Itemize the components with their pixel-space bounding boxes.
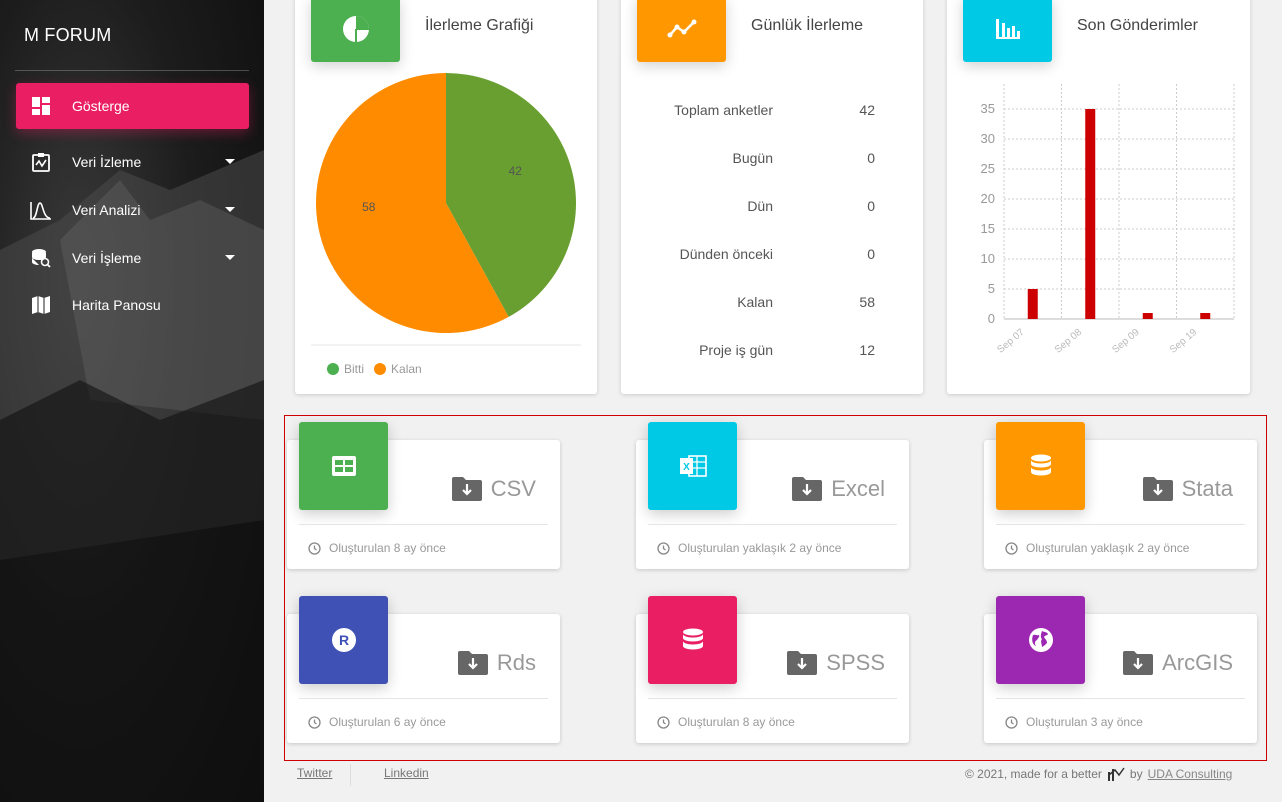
stat-value: 0: [867, 150, 875, 166]
stat-label: Proje iş gün: [699, 342, 773, 358]
stat-label: Dünden önceki: [679, 246, 773, 262]
sidebar-item-label: Harita Panosu: [72, 297, 161, 313]
recent-submissions-card: Son Gönderimler 0 5 10 15 20 25 30 35 Sep 07 Sep …: [947, 0, 1250, 394]
progress-pie-chart: 42 58: [311, 73, 581, 346]
company-link[interactable]: UDA Consulting: [1148, 767, 1233, 781]
y-tick-label: 5: [988, 281, 995, 296]
sidebar-item-data-analysis[interactable]: Veri Analizi: [16, 187, 249, 233]
stat-row: Proje iş gün 12: [621, 342, 923, 362]
sidebar-item-label: Veri İşleme: [72, 250, 142, 266]
stat-value: 0: [867, 246, 875, 262]
progress-chart-card: İlerleme Grafiği 42 58 Bitti Kalan: [295, 0, 597, 394]
x-tick-label: Sep 19: [1168, 327, 1200, 356]
stat-row: Dün 0: [621, 198, 923, 218]
sidebar-item-map-dashboard[interactable]: Harita Panosu: [16, 282, 249, 328]
pie-label-done: 42: [509, 164, 523, 178]
x-tick-label: Sep 07: [995, 327, 1027, 356]
analysis-curve-icon: [30, 199, 52, 221]
sidebar-item-label: Veri Analizi: [72, 202, 141, 218]
sidebar-item-label: Veri İzleme: [72, 154, 142, 170]
dashboard-icon: [30, 95, 52, 117]
stat-value: 42: [859, 102, 875, 118]
brand-title[interactable]: M FORUM: [24, 25, 111, 46]
monitor-clipboard-icon: [30, 151, 52, 173]
trend-chart-icon: [1107, 767, 1125, 781]
sidebar-item-label: Gösterge: [72, 98, 130, 114]
y-tick-label: 15: [981, 221, 995, 236]
bar[interactable]: [1142, 313, 1153, 319]
chevron-down-icon: [225, 159, 235, 164]
y-tick-label: 35: [981, 101, 995, 116]
brand-divider: [15, 70, 249, 71]
map-icon: [30, 294, 52, 316]
bar[interactable]: [1085, 109, 1096, 319]
y-tick-label: 10: [981, 251, 995, 266]
stat-value: 12: [859, 342, 875, 358]
card-title: Günlük İlerleme: [751, 17, 864, 34]
y-tick-label: 20: [981, 191, 995, 206]
linkedin-link[interactable]: Linkedin: [384, 766, 429, 780]
daily-card-header-icon: [637, 0, 726, 62]
stat-value: 0: [867, 198, 875, 214]
sidebar-item-dashboard[interactable]: Gösterge: [16, 83, 249, 129]
legend-dot-done: [327, 363, 339, 375]
legend-label-remaining[interactable]: Kalan: [391, 362, 422, 376]
by-text: by: [1129, 767, 1143, 781]
stat-label: Bugün: [732, 150, 773, 166]
x-tick-label: Sep 08: [1053, 327, 1085, 356]
sidebar-item-data-monitoring[interactable]: Veri İzleme: [16, 139, 249, 185]
timeline-icon: [667, 19, 696, 38]
footer-divider: [350, 764, 351, 786]
sidebar-item-data-processing[interactable]: Veri İşleme: [16, 235, 249, 281]
bar[interactable]: [1200, 313, 1211, 319]
highlight-frame: [284, 415, 1267, 761]
stat-row: Dünden önceki 0: [621, 246, 923, 266]
daily-progress-card: Günlük İlerleme Toplam anketler 42 Bugün…: [621, 0, 923, 394]
stat-label: Toplam anketler: [674, 102, 773, 118]
sidebar: M FORUM Gösterge Veri İzleme Veri Analiz…: [0, 0, 264, 802]
stat-value: 58: [859, 294, 875, 310]
legend-dot-remaining: [374, 363, 387, 375]
x-tick-label: Sep 09: [1110, 327, 1142, 356]
twitter-link[interactable]: Twitter: [297, 766, 332, 780]
pie-legend: Bitti Kalan: [327, 362, 422, 376]
submissions-bar-chart: 0 5 10 15 20 25 30 35 Sep 07 Sep 08 Sep 09 Sep 19: [981, 84, 1235, 356]
legend-label-done[interactable]: Bitti: [344, 362, 364, 376]
stat-label: Dün: [747, 198, 773, 214]
chevron-down-icon: [225, 255, 235, 260]
y-tick-label: 30: [981, 131, 995, 146]
bar[interactable]: [1027, 289, 1038, 319]
pie-label-remaining: 58: [362, 200, 376, 214]
footer-credits: © 2021, made for a better by UDA Consult…: [965, 766, 1232, 782]
copyright-text: © 2021, made for a better: [965, 767, 1102, 781]
chevron-down-icon: [225, 207, 235, 212]
database-search-icon: [30, 247, 52, 269]
stat-row: Toplam anketler 42: [621, 102, 923, 122]
y-tick-label: 0: [988, 311, 995, 326]
stat-label: Kalan: [737, 294, 773, 310]
y-tick-label: 25: [981, 161, 995, 176]
stat-row: Kalan 58: [621, 294, 923, 314]
stat-row: Bugün 0: [621, 150, 923, 170]
